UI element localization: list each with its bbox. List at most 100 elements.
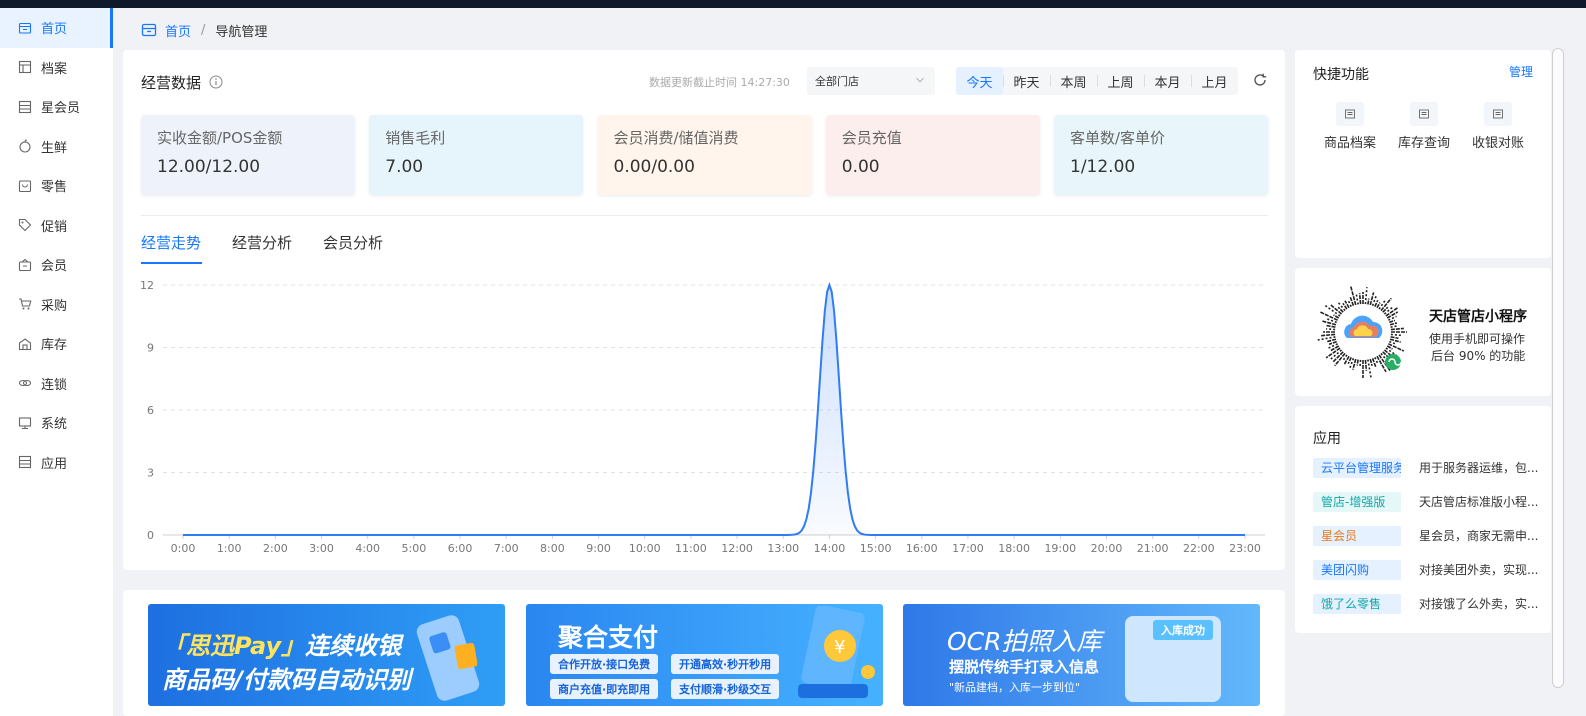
date-range-tab[interactable]: 今天 [956, 67, 1003, 95]
analysis-tab[interactable]: 经营走势 [141, 230, 203, 265]
sidebar-item[interactable]: 零售 [0, 166, 113, 206]
x-tick-label: 12:00 [721, 542, 753, 555]
sidebar-item[interactable]: 会员 [0, 245, 113, 285]
overview-card: 经营数据 数据更新截止时间 14:27:30 全部门店 今天 昨天 本周 上周 本月 上月… [123, 50, 1285, 570]
date-range-tab[interactable]: 本周 [1050, 67, 1097, 95]
quick-item-product-archive[interactable]: 商品档案 [1315, 102, 1385, 151]
sidebar-item[interactable]: 星会员 [0, 87, 113, 127]
app-item[interactable]: 星会员 星会员，商家无需申... [1313, 526, 1545, 546]
x-tick-label: 9:00 [586, 542, 611, 555]
date-range-tab[interactable]: 本月 [1144, 67, 1191, 95]
quick-functions-card: 快捷功能 管理 商品档案 库存查询 收银对账 [1295, 50, 1551, 258]
quick-item-label: 收银对账 [1471, 136, 1524, 151]
banner-ocr[interactable]: OCR拍照入库 摆脱传统手打录入信息 "新品建档，入库一步到位" 入库成功 [903, 604, 1260, 706]
archive-icon [18, 60, 32, 74]
sidebar-item[interactable]: 应用 [0, 443, 113, 483]
mini-program-desc: 后台 90% 的功能 [1431, 349, 1526, 363]
home-icon [18, 21, 32, 35]
sidebar-item[interactable]: 库存 [0, 324, 113, 364]
date-range-tab[interactable]: 上周 [1097, 67, 1144, 95]
payment-terminal-illustration: ¥ [798, 606, 875, 698]
scrollbar[interactable] [1552, 48, 1564, 688]
banner-aggregate-pay[interactable]: 聚合支付 合作开放·接口免费 开通高效·秒开秒用 商户充值·即充即用 支付顺滑·… [526, 604, 883, 706]
qr-module [1371, 358, 1377, 368]
quick-item-cashier-reconcile[interactable]: 收银对账 [1463, 102, 1533, 151]
date-range-tab[interactable]: 上月 [1191, 67, 1238, 95]
qr-module [1389, 340, 1398, 346]
store-select[interactable]: 全部门店 [807, 67, 935, 95]
overview-title: 经营数据 [141, 73, 202, 92]
document-icon [1484, 102, 1512, 126]
app-item[interactable]: 美团闪购 对接美团外卖，实现... [1313, 560, 1545, 580]
qr-module [1390, 336, 1399, 340]
analysis-tab[interactable]: 经营分析 [232, 230, 292, 265]
x-tick-label: 21:00 [1137, 542, 1169, 555]
date-range-tabs: 今天 昨天 本周 上周 本月 上月 [956, 67, 1238, 95]
qr-module [1327, 338, 1337, 343]
kpi-card: 会员充值 0.00 [825, 115, 1040, 195]
analysis-tab[interactable]: 会员分析 [323, 230, 383, 265]
sidebar-item-label: 首页 [41, 22, 68, 38]
sidebar-item[interactable]: 系统 [0, 403, 113, 443]
app-tag: 云平台管理服务费 [1313, 458, 1401, 478]
refresh-icon[interactable] [1252, 72, 1268, 88]
overview-header: 经营数据 数据更新截止时间 14:27:30 全部门店 今天 昨天 本周 上周 本月 上月 [141, 67, 1268, 95]
sidebar-item[interactable]: 采购 [0, 285, 113, 325]
y-tick-label: 0 [147, 529, 154, 542]
x-tick-label: 17:00 [952, 542, 984, 555]
sidebar-item-label: 档案 [41, 61, 68, 77]
qr-module [1321, 320, 1337, 326]
manage-link[interactable]: 管理 [1509, 63, 1533, 80]
app-desc: 对接饿了么外卖，实... [1419, 597, 1539, 611]
monitor-icon [18, 416, 32, 430]
sidebar-item[interactable]: 促销 [0, 206, 113, 246]
kpi-label: 会员充值 [841, 129, 902, 147]
x-tick-label: 11:00 [675, 542, 707, 555]
store-select-value: 全部门店 [815, 75, 859, 88]
sidebar-item-label: 系统 [41, 417, 68, 433]
kpi-label: 实收金额/POS金额 [157, 129, 283, 147]
sidebar-item[interactable]: 首页 [0, 8, 113, 48]
qr-module [1342, 302, 1348, 310]
qr-module [1390, 325, 1397, 328]
banner-siyun-pay[interactable]: 「思迅Pay」连续收银 商品码/付款码自动识别 [148, 604, 505, 706]
banner-title: OCR拍照入库 [947, 627, 1102, 656]
app-item[interactable]: 管店-增强版 天店管店标准版小程... [1313, 492, 1545, 512]
breadcrumb-current: 导航管理 [215, 24, 268, 40]
app-desc: 星会员，商家无需申... [1419, 529, 1539, 543]
banner-badge: 入库成功 [1153, 620, 1213, 640]
app-desc: 对接美团外卖，实现... [1419, 563, 1539, 577]
qr-module [1359, 359, 1362, 367]
qr-module [1325, 324, 1336, 328]
quick-item-label: 商品档案 [1323, 136, 1376, 151]
chain-icon [18, 376, 32, 390]
sidebar-item[interactable]: 生鲜 [0, 127, 113, 167]
app-item[interactable]: 云平台管理服务费 用于服务器运维，包... [1313, 458, 1545, 478]
mini-program-qr-code[interactable] [1313, 282, 1413, 382]
y-tick-label: 3 [147, 467, 154, 480]
chevron-down-icon [916, 77, 924, 83]
qr-module [1390, 333, 1402, 337]
app-desc: 天店管店标准版小程... [1419, 495, 1539, 509]
info-icon[interactable] [209, 75, 223, 89]
banner-feature: 合作开放·接口免费 [550, 654, 659, 674]
breadcrumb-home-label: 首页 [165, 24, 192, 40]
breadcrumb-home[interactable]: 首页 [141, 21, 191, 40]
quick-item-stock-query[interactable]: 库存查询 [1389, 102, 1459, 151]
banner-tagline: "新品建档，入库一步到位" [949, 681, 1081, 694]
kpi-card: 会员消费/储值消费 0.00/0.00 [597, 115, 812, 195]
qr-module [1326, 327, 1336, 331]
date-range-tab[interactable]: 昨天 [1003, 67, 1050, 95]
sidebar-item-label: 连锁 [41, 377, 68, 393]
kpi-label: 会员消费/储值消费 [613, 129, 739, 147]
sidebar-item-label: 星会员 [41, 101, 81, 117]
analysis-tabs: 经营走势 经营分析 会员分析 [141, 230, 414, 265]
sidebar-item[interactable]: 档案 [0, 48, 113, 88]
app-item[interactable]: 饿了么零售 对接饿了么外卖，实... [1313, 594, 1545, 614]
qr-module [1356, 359, 1359, 366]
sidebar-item[interactable]: 连锁 [0, 364, 113, 404]
qr-module [1369, 358, 1373, 367]
quick-functions-title: 快捷功能 [1313, 67, 1369, 83]
x-tick-label: 2:00 [263, 542, 288, 555]
sidebar-item-label: 生鲜 [41, 140, 68, 156]
